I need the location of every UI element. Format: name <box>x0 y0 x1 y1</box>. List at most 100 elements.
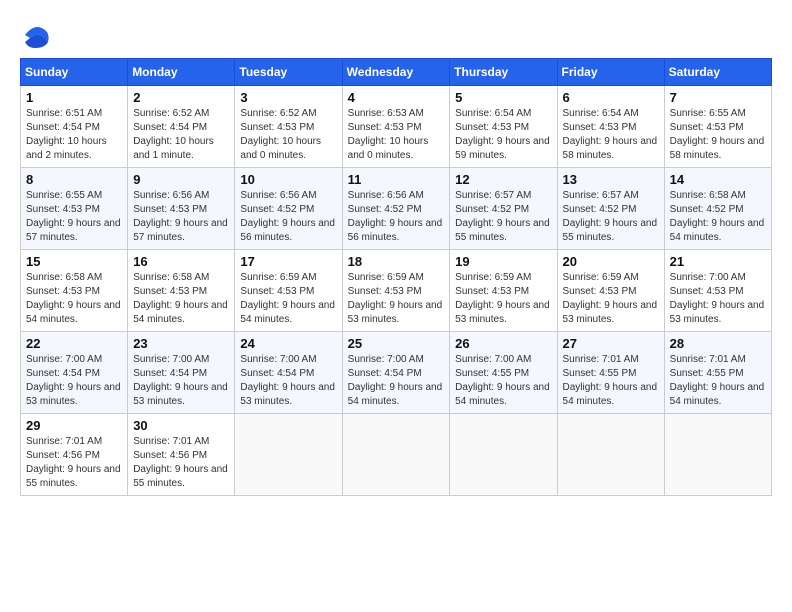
day-detail: Sunrise: 6:59 AM Sunset: 4:53 PM Dayligh… <box>563 271 659 327</box>
day-number: 10 <box>240 172 336 187</box>
calendar-week-row: 29 Sunrise: 7:01 AM Sunset: 4:56 PM Dayl… <box>21 414 772 496</box>
day-detail: Sunrise: 6:58 AM Sunset: 4:52 PM Dayligh… <box>670 189 766 245</box>
logo <box>20 20 54 50</box>
day-number: 1 <box>26 90 122 105</box>
calendar-cell: 7 Sunrise: 6:55 AM Sunset: 4:53 PM Dayli… <box>664 86 771 168</box>
day-number: 22 <box>26 336 122 351</box>
calendar-cell: 11 Sunrise: 6:56 AM Sunset: 4:52 PM Dayl… <box>342 168 450 250</box>
day-detail: Sunrise: 6:54 AM Sunset: 4:53 PM Dayligh… <box>563 107 659 163</box>
day-number: 13 <box>563 172 659 187</box>
page-header <box>20 20 772 50</box>
day-number: 16 <box>133 254 229 269</box>
day-number: 25 <box>348 336 445 351</box>
calendar-cell: 10 Sunrise: 6:56 AM Sunset: 4:52 PM Dayl… <box>235 168 342 250</box>
day-number: 20 <box>563 254 659 269</box>
logo-icon <box>20 20 50 50</box>
day-number: 8 <box>26 172 122 187</box>
calendar-cell: 3 Sunrise: 6:52 AM Sunset: 4:53 PM Dayli… <box>235 86 342 168</box>
day-number: 24 <box>240 336 336 351</box>
calendar-cell: 8 Sunrise: 6:55 AM Sunset: 4:53 PM Dayli… <box>21 168 128 250</box>
day-detail: Sunrise: 6:59 AM Sunset: 4:53 PM Dayligh… <box>348 271 445 327</box>
calendar-cell <box>450 414 557 496</box>
calendar-week-row: 15 Sunrise: 6:58 AM Sunset: 4:53 PM Dayl… <box>21 250 772 332</box>
calendar-cell: 24 Sunrise: 7:00 AM Sunset: 4:54 PM Dayl… <box>235 332 342 414</box>
calendar-cell: 26 Sunrise: 7:00 AM Sunset: 4:55 PM Dayl… <box>450 332 557 414</box>
day-number: 11 <box>348 172 445 187</box>
day-number: 4 <box>348 90 445 105</box>
day-detail: Sunrise: 6:52 AM Sunset: 4:53 PM Dayligh… <box>240 107 336 163</box>
day-detail: Sunrise: 6:56 AM Sunset: 4:52 PM Dayligh… <box>240 189 336 245</box>
calendar-cell: 5 Sunrise: 6:54 AM Sunset: 4:53 PM Dayli… <box>450 86 557 168</box>
calendar-cell: 17 Sunrise: 6:59 AM Sunset: 4:53 PM Dayl… <box>235 250 342 332</box>
weekday-header: Sunday <box>21 59 128 86</box>
weekday-header: Monday <box>128 59 235 86</box>
weekday-header: Friday <box>557 59 664 86</box>
day-number: 14 <box>670 172 766 187</box>
day-detail: Sunrise: 7:00 AM Sunset: 4:55 PM Dayligh… <box>455 353 551 409</box>
day-number: 3 <box>240 90 336 105</box>
calendar-cell: 9 Sunrise: 6:56 AM Sunset: 4:53 PM Dayli… <box>128 168 235 250</box>
calendar-cell: 19 Sunrise: 6:59 AM Sunset: 4:53 PM Dayl… <box>450 250 557 332</box>
calendar-cell: 18 Sunrise: 6:59 AM Sunset: 4:53 PM Dayl… <box>342 250 450 332</box>
day-detail: Sunrise: 7:01 AM Sunset: 4:56 PM Dayligh… <box>133 435 229 491</box>
day-number: 9 <box>133 172 229 187</box>
day-number: 19 <box>455 254 551 269</box>
day-number: 2 <box>133 90 229 105</box>
calendar-week-row: 8 Sunrise: 6:55 AM Sunset: 4:53 PM Dayli… <box>21 168 772 250</box>
calendar-cell: 27 Sunrise: 7:01 AM Sunset: 4:55 PM Dayl… <box>557 332 664 414</box>
day-number: 5 <box>455 90 551 105</box>
day-detail: Sunrise: 6:55 AM Sunset: 4:53 PM Dayligh… <box>26 189 122 245</box>
day-number: 27 <box>563 336 659 351</box>
day-detail: Sunrise: 6:51 AM Sunset: 4:54 PM Dayligh… <box>26 107 122 163</box>
day-number: 7 <box>670 90 766 105</box>
calendar-cell: 16 Sunrise: 6:58 AM Sunset: 4:53 PM Dayl… <box>128 250 235 332</box>
calendar-cell: 29 Sunrise: 7:01 AM Sunset: 4:56 PM Dayl… <box>21 414 128 496</box>
calendar-cell: 21 Sunrise: 7:00 AM Sunset: 4:53 PM Dayl… <box>664 250 771 332</box>
day-detail: Sunrise: 6:59 AM Sunset: 4:53 PM Dayligh… <box>455 271 551 327</box>
day-detail: Sunrise: 6:59 AM Sunset: 4:53 PM Dayligh… <box>240 271 336 327</box>
calendar-cell: 23 Sunrise: 7:00 AM Sunset: 4:54 PM Dayl… <box>128 332 235 414</box>
calendar-cell: 28 Sunrise: 7:01 AM Sunset: 4:55 PM Dayl… <box>664 332 771 414</box>
calendar-cell: 30 Sunrise: 7:01 AM Sunset: 4:56 PM Dayl… <box>128 414 235 496</box>
day-number: 28 <box>670 336 766 351</box>
calendar-cell: 22 Sunrise: 7:00 AM Sunset: 4:54 PM Dayl… <box>21 332 128 414</box>
day-detail: Sunrise: 6:58 AM Sunset: 4:53 PM Dayligh… <box>26 271 122 327</box>
calendar-cell: 13 Sunrise: 6:57 AM Sunset: 4:52 PM Dayl… <box>557 168 664 250</box>
calendar-cell: 15 Sunrise: 6:58 AM Sunset: 4:53 PM Dayl… <box>21 250 128 332</box>
calendar-cell: 14 Sunrise: 6:58 AM Sunset: 4:52 PM Dayl… <box>664 168 771 250</box>
day-number: 12 <box>455 172 551 187</box>
day-number: 26 <box>455 336 551 351</box>
calendar-cell <box>342 414 450 496</box>
calendar-week-row: 1 Sunrise: 6:51 AM Sunset: 4:54 PM Dayli… <box>21 86 772 168</box>
day-number: 29 <box>26 418 122 433</box>
day-detail: Sunrise: 6:52 AM Sunset: 4:54 PM Dayligh… <box>133 107 229 163</box>
day-detail: Sunrise: 7:00 AM Sunset: 4:54 PM Dayligh… <box>133 353 229 409</box>
day-detail: Sunrise: 7:00 AM Sunset: 4:54 PM Dayligh… <box>348 353 445 409</box>
day-detail: Sunrise: 6:55 AM Sunset: 4:53 PM Dayligh… <box>670 107 766 163</box>
day-detail: Sunrise: 7:00 AM Sunset: 4:53 PM Dayligh… <box>670 271 766 327</box>
calendar-cell: 1 Sunrise: 6:51 AM Sunset: 4:54 PM Dayli… <box>21 86 128 168</box>
calendar-cell: 6 Sunrise: 6:54 AM Sunset: 4:53 PM Dayli… <box>557 86 664 168</box>
day-number: 15 <box>26 254 122 269</box>
day-number: 21 <box>670 254 766 269</box>
day-detail: Sunrise: 7:00 AM Sunset: 4:54 PM Dayligh… <box>26 353 122 409</box>
day-number: 17 <box>240 254 336 269</box>
weekday-header: Saturday <box>664 59 771 86</box>
day-detail: Sunrise: 6:54 AM Sunset: 4:53 PM Dayligh… <box>455 107 551 163</box>
weekday-header: Tuesday <box>235 59 342 86</box>
calendar-cell <box>235 414 342 496</box>
day-detail: Sunrise: 6:56 AM Sunset: 4:53 PM Dayligh… <box>133 189 229 245</box>
day-detail: Sunrise: 6:53 AM Sunset: 4:53 PM Dayligh… <box>348 107 445 163</box>
calendar-week-row: 22 Sunrise: 7:00 AM Sunset: 4:54 PM Dayl… <box>21 332 772 414</box>
calendar-cell: 12 Sunrise: 6:57 AM Sunset: 4:52 PM Dayl… <box>450 168 557 250</box>
weekday-header-row: SundayMondayTuesdayWednesdayThursdayFrid… <box>21 59 772 86</box>
calendar-cell: 2 Sunrise: 6:52 AM Sunset: 4:54 PM Dayli… <box>128 86 235 168</box>
day-number: 18 <box>348 254 445 269</box>
day-number: 30 <box>133 418 229 433</box>
weekday-header: Thursday <box>450 59 557 86</box>
calendar-cell <box>664 414 771 496</box>
calendar: SundayMondayTuesdayWednesdayThursdayFrid… <box>20 58 772 496</box>
calendar-cell <box>557 414 664 496</box>
day-number: 6 <box>563 90 659 105</box>
weekday-header: Wednesday <box>342 59 450 86</box>
